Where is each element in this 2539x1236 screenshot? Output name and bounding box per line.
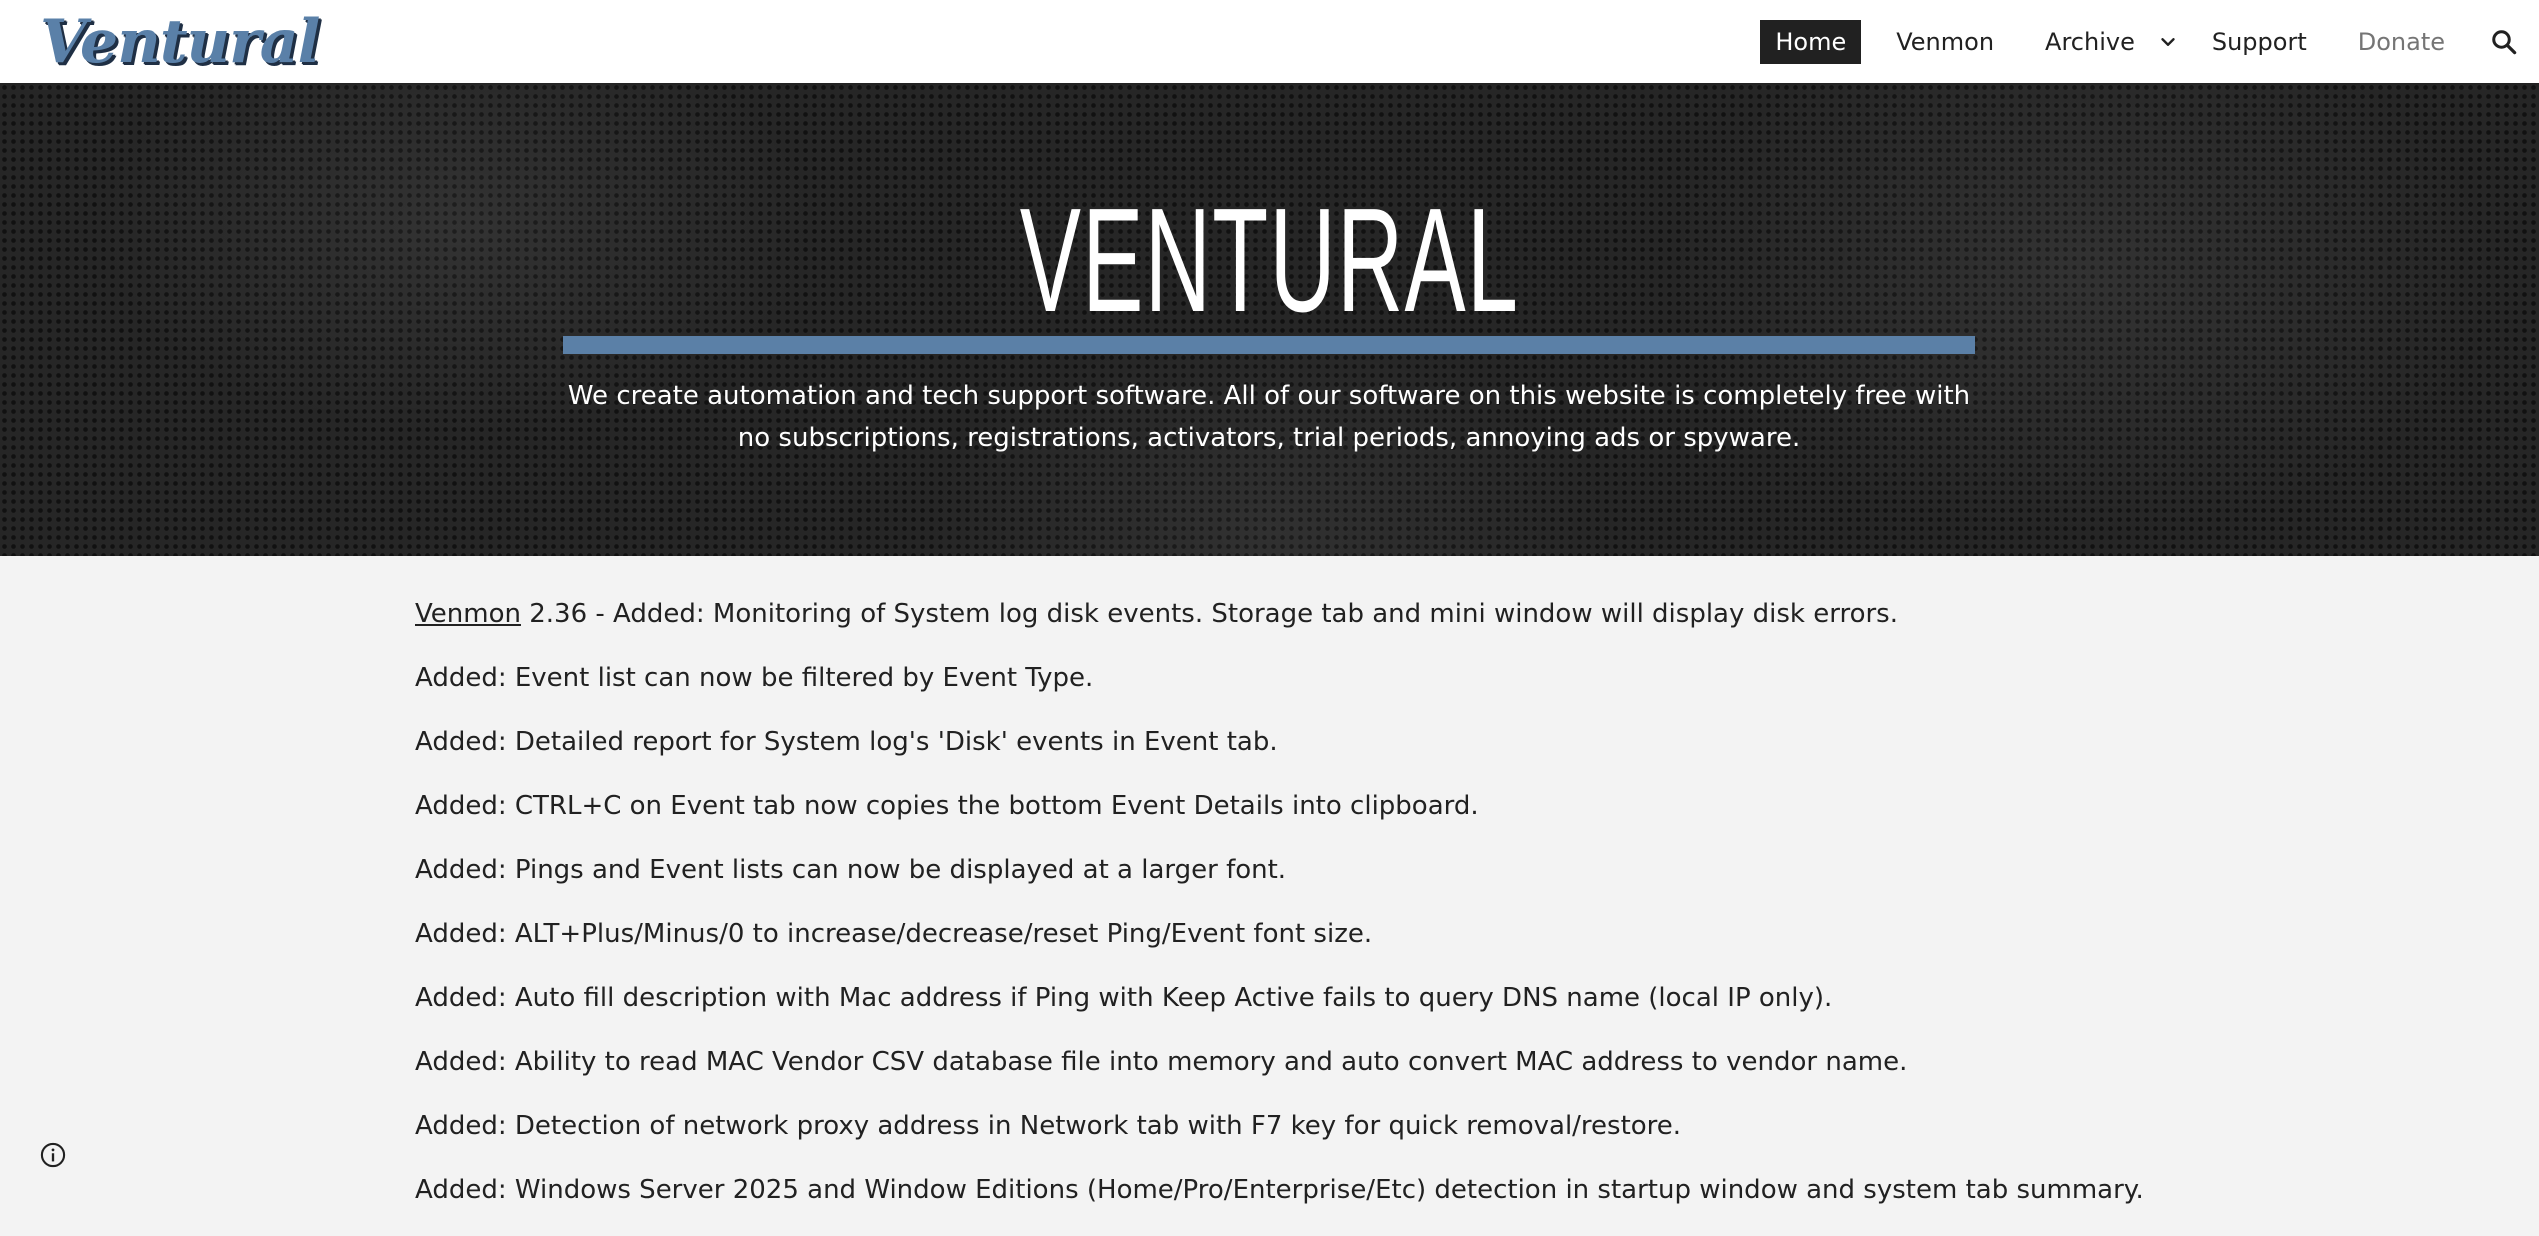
release-line: Added: CTRL+C on Event tab now copies th… xyxy=(415,791,1479,821)
site-logo[interactable]: Ventural xyxy=(40,6,320,78)
nav-archive-label: Archive xyxy=(2045,27,2135,56)
release-line: Added: Pings and Event lists can now be … xyxy=(415,855,1287,885)
release-line: Added: Ability to read MAC Vendor CSV da… xyxy=(415,1047,1908,1077)
release-intro: Venmon 2.36 - Added: Monitoring of Syste… xyxy=(415,596,2125,632)
release-notes: Venmon 2.36 - Added: Monitoring of Syste… xyxy=(415,596,2144,1236)
nav-venmon[interactable]: Venmon xyxy=(1881,20,2009,64)
release-line: Added: Detailed report for System log's … xyxy=(415,727,1278,757)
search-icon[interactable] xyxy=(2481,19,2527,65)
hero-title: VENTURAL xyxy=(1019,178,1520,343)
release-intro-text: 2.36 - Added: Monitoring of System log d… xyxy=(520,599,1898,629)
nav-archive[interactable]: Archive xyxy=(2030,15,2187,69)
venmon-link[interactable]: Venmon xyxy=(415,599,521,629)
hero-subtitle: We create automation and tech support so… xyxy=(567,381,1971,453)
release-line: Added: Windows Server 2025 and Window Ed… xyxy=(415,1175,2144,1205)
info-icon[interactable] xyxy=(38,1140,68,1170)
nav-home[interactable]: Home xyxy=(1760,19,1862,64)
chevron-down-icon[interactable] xyxy=(2149,23,2187,61)
release-line: Added: ALT+Plus/Minus/0 to increase/decr… xyxy=(415,919,1373,949)
nav-support[interactable]: Support xyxy=(2197,20,2322,64)
release-line: Added: Event list can now be filtered by… xyxy=(415,663,1094,693)
release-line: Added: Detection of network proxy addres… xyxy=(415,1111,1682,1141)
nav-donate[interactable]: Donate xyxy=(2343,20,2460,64)
top-navigation-bar: Ventural Home Venmon Archive Support Don… xyxy=(0,0,2539,83)
release-line: Added: Auto fill description with Mac ad… xyxy=(415,983,1833,1013)
hero-accent-bar xyxy=(563,336,1975,354)
hero-banner: VENTURAL We create automation and tech s… xyxy=(0,83,2539,556)
main-nav: Home Venmon Archive Support Donate xyxy=(1760,0,2539,83)
